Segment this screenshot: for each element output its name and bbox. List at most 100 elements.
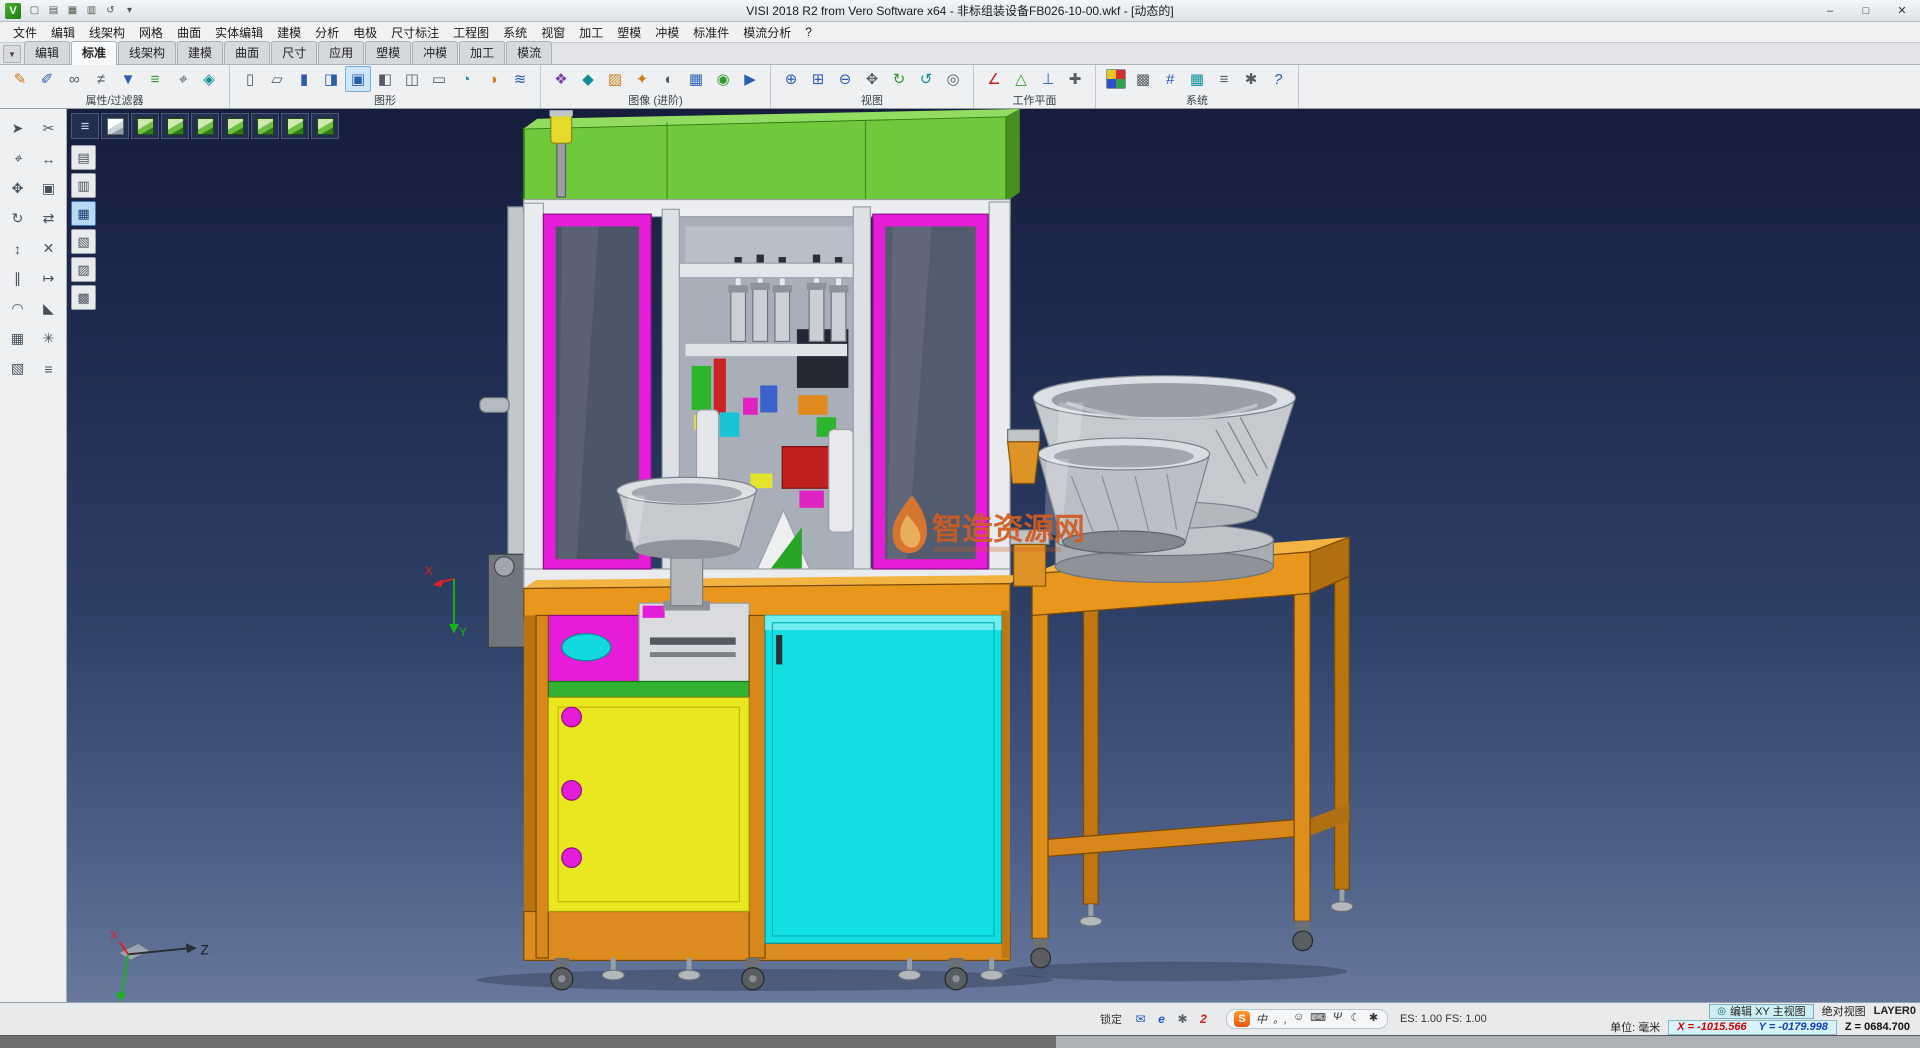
help-icon[interactable]: ?: [1265, 66, 1291, 92]
wireframe-display-icon[interactable]: ▯: [237, 66, 263, 92]
browser-tray-icon[interactable]: e: [1153, 1011, 1170, 1028]
maximize-button[interactable]: □: [1848, 0, 1884, 21]
shadow-icon[interactable]: ◐: [656, 66, 682, 92]
section-display-icon[interactable]: ◫: [399, 66, 425, 92]
fillet-icon[interactable]: ◠: [3, 294, 33, 323]
ribbon-tab[interactable]: 应用: [318, 41, 364, 64]
selection-filter-icon[interactable]: ⌖: [169, 66, 195, 92]
extend-icon[interactable]: ↦: [34, 264, 64, 293]
view-iso-button[interactable]: [281, 113, 309, 139]
quick-filter-icon[interactable]: ◈: [196, 66, 222, 92]
database-icon[interactable]: ≡: [1211, 66, 1237, 92]
copy-icon[interactable]: ▣: [34, 174, 64, 203]
ribbon-tab[interactable]: 尺寸: [271, 41, 317, 64]
mirror-icon[interactable]: ⇄: [34, 204, 64, 233]
open-file-icon[interactable]: ▤: [45, 2, 62, 19]
ribbon-tab[interactable]: 冲模: [412, 41, 458, 64]
workplane-reset-icon[interactable]: ✚: [1062, 66, 1088, 92]
ime-skin-icon[interactable]: ☾: [1349, 1011, 1362, 1027]
z oom-window-icon[interactable]: ⊞: [805, 66, 831, 92]
group-icon[interactable]: ▧: [3, 354, 33, 383]
undo-icon[interactable]: ↺: [102, 2, 119, 19]
update-count-icon[interactable]: 2: [1195, 1011, 1212, 1028]
rotate-view-icon[interactable]: ↻: [886, 66, 912, 92]
array-icon[interactable]: ▦: [3, 324, 33, 353]
menu-item[interactable]: 冲模: [648, 22, 686, 43]
trim-icon[interactable]: ✂: [34, 114, 64, 143]
menu-item[interactable]: 标准件: [686, 22, 736, 43]
workplane-normal-icon[interactable]: ⊥: [1035, 66, 1061, 92]
new-file-icon[interactable]: ▢: [26, 2, 43, 19]
rendered-display-icon[interactable]: ▣: [345, 66, 371, 92]
menu-item[interactable]: 模流分析: [736, 22, 798, 43]
ribbon-tab[interactable]: 编辑: [24, 41, 70, 64]
delete-icon[interactable]: ✕: [34, 234, 64, 263]
match-attributes-icon[interactable]: ✐: [34, 66, 60, 92]
viewport-canvas[interactable]: 智造资源网 X Y Z: [67, 109, 1920, 1002]
ribbon-tab[interactable]: 加工: [459, 41, 505, 64]
move-icon[interactable]: ✥: [3, 174, 33, 203]
select-icon[interactable]: ➤: [3, 114, 33, 143]
view-edit-chip[interactable]: ◎ 编辑 XY 主视图: [1709, 1004, 1813, 1019]
hidden-line-display-icon[interactable]: ▱: [264, 66, 290, 92]
zoom-all-icon[interactable]: ⊕: [778, 66, 804, 92]
quick-access-more-icon[interactable]: ▾: [121, 2, 138, 19]
ribbon-tab[interactable]: 建模: [177, 41, 223, 64]
measure-icon[interactable]: ↔: [34, 144, 64, 173]
system-settings-icon[interactable]: ✱: [1238, 66, 1264, 92]
settings-tray-icon[interactable]: ✱: [1174, 1011, 1191, 1028]
minimize-button[interactable]: –: [1812, 0, 1848, 21]
menu-item[interactable]: ?: [798, 23, 819, 41]
material-editor-icon[interactable]: ◆: [575, 66, 601, 92]
ime-toolbox-icon[interactable]: ✱: [1367, 1011, 1380, 1027]
grid-settings-icon[interactable]: ▦: [1184, 66, 1210, 92]
ime-punctuation-icon[interactable]: 。,: [1273, 1011, 1287, 1027]
pan-view-icon[interactable]: ✥: [859, 66, 885, 92]
panel-views-icon[interactable]: ▧: [71, 229, 96, 254]
menu-item[interactable]: 塑模: [610, 22, 648, 43]
draft-analysis-icon[interactable]: ◑: [480, 66, 506, 92]
ime-mic-icon[interactable]: Ψ: [1331, 1011, 1344, 1027]
view-iso-back-button[interactable]: [311, 113, 339, 139]
transparency-display-icon[interactable]: ◧: [372, 66, 398, 92]
panel-structure-icon[interactable]: ▥: [71, 173, 96, 198]
ime-keyboard-icon[interactable]: ⌨: [1310, 1011, 1326, 1027]
sogou-ime-icon[interactable]: S: [1234, 1011, 1250, 1027]
view-manager-icon[interactable]: ◎: [940, 66, 966, 92]
active-layer-label[interactable]: LAYER0: [1874, 1005, 1916, 1017]
print-icon[interactable]: ▥: [83, 2, 100, 19]
attribute-link-icon[interactable]: ∞: [61, 66, 87, 92]
snapshot-icon[interactable]: ◉: [710, 66, 736, 92]
layers-icon[interactable]: ≡: [34, 354, 64, 383]
save-file-icon[interactable]: ▦: [64, 2, 81, 19]
zoom-previous-icon[interactable]: ⊖: [832, 66, 858, 92]
shaded-display-icon[interactable]: ▮: [291, 66, 317, 92]
ribbon-tab[interactable]: 模流: [506, 41, 552, 64]
display-options-icon[interactable]: ▩: [1130, 66, 1156, 92]
point-snap-icon[interactable]: ⌖: [3, 144, 33, 173]
menu-item[interactable]: 加工: [572, 22, 610, 43]
render-settings-icon[interactable]: ❖: [548, 66, 574, 92]
scale-icon[interactable]: ↕: [3, 234, 33, 263]
rotate-icon[interactable]: ↻: [3, 204, 33, 233]
lighting-icon[interactable]: ✦: [629, 66, 655, 92]
bounding-box-display-icon[interactable]: ▭: [426, 66, 452, 92]
panel-properties-icon[interactable]: ▤: [71, 145, 96, 170]
calculator-icon[interactable]: #: [1157, 66, 1183, 92]
ribbon-tab[interactable]: 线架构: [118, 41, 176, 64]
shaded-edges-display-icon[interactable]: ◨: [318, 66, 344, 92]
attribute-unlink-icon[interactable]: ≠: [88, 66, 114, 92]
element-filter-icon[interactable]: ▼: [115, 66, 141, 92]
texture-icon[interactable]: ▨: [602, 66, 628, 92]
view-menu-button[interactable]: [71, 113, 99, 139]
view-front-button[interactable]: [161, 113, 189, 139]
view-left-button[interactable]: [221, 113, 249, 139]
layer-manager-icon[interactable]: ≡: [142, 66, 168, 92]
view-right-button[interactable]: [191, 113, 219, 139]
ime-emoji-icon[interactable]: ☺: [1292, 1011, 1305, 1027]
ime-language-indicator[interactable]: 中: [1255, 1011, 1268, 1027]
color-table-icon[interactable]: [1106, 69, 1126, 89]
animation-icon[interactable]: ▶: [737, 66, 763, 92]
view-top-button[interactable]: [131, 113, 159, 139]
modify-attributes-icon[interactable]: ✎: [7, 66, 33, 92]
